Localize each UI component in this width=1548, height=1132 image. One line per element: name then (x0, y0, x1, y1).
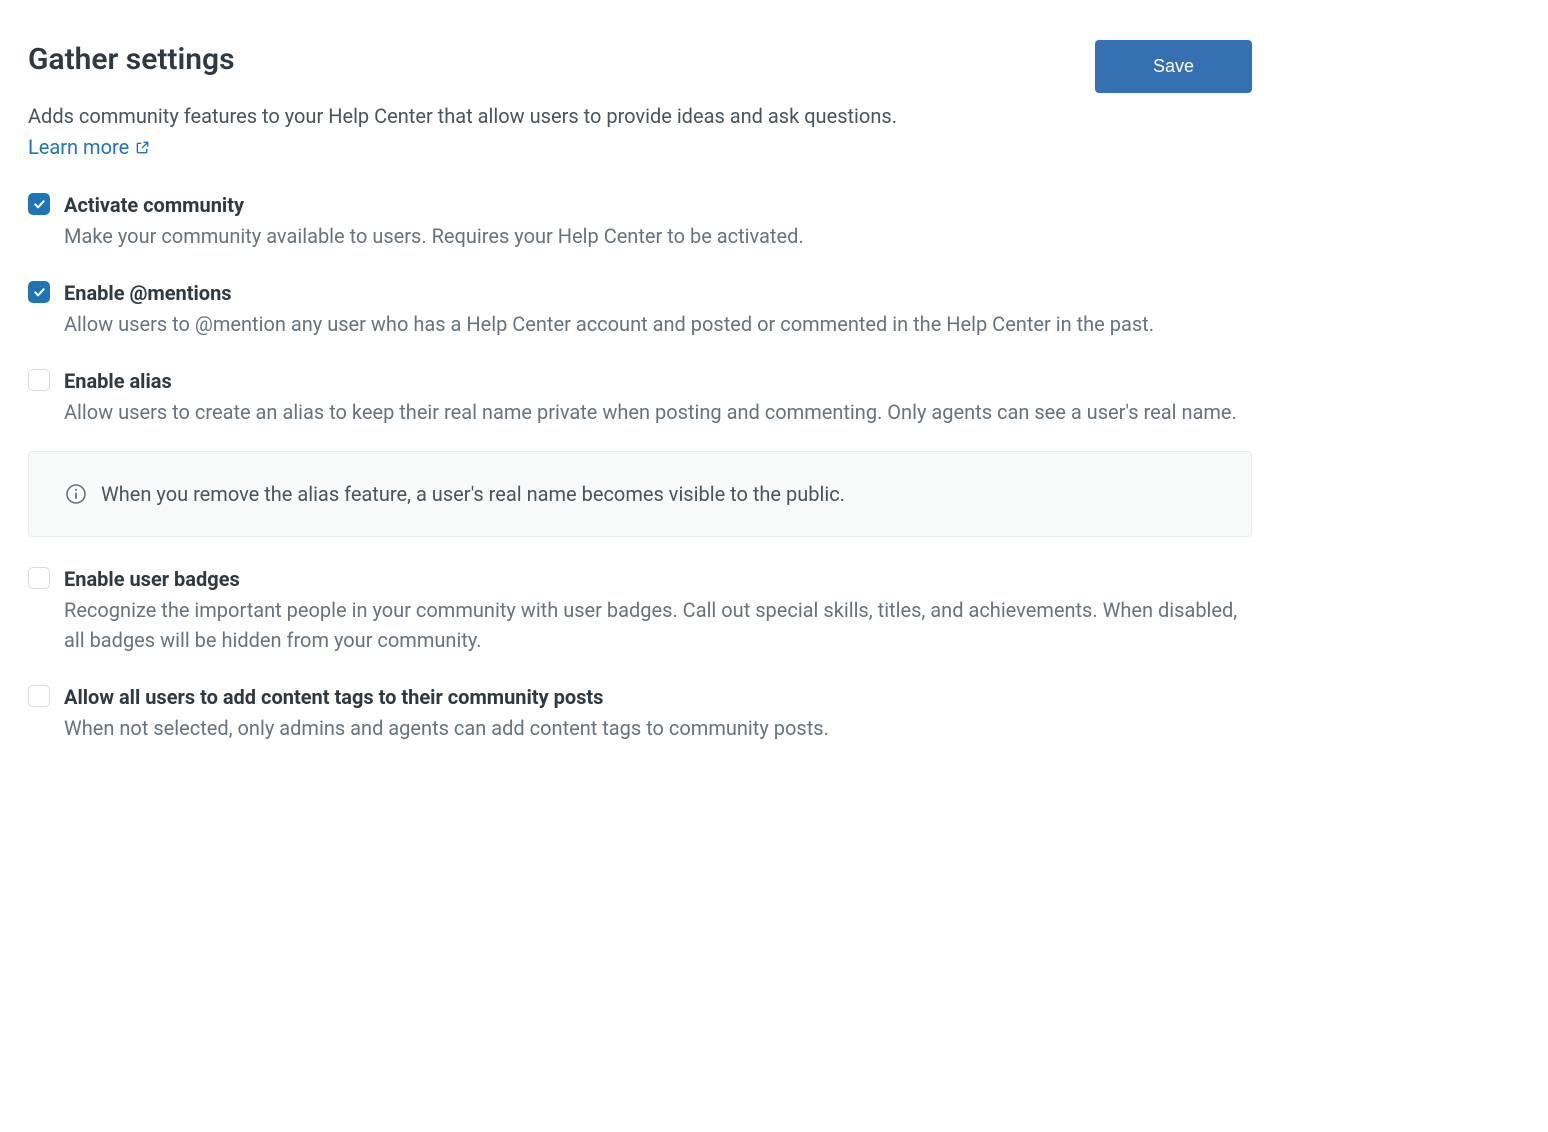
enable-badges-title: Enable user badges (64, 565, 1252, 593)
setting-enable-alias: Enable alias Allow users to create an al… (28, 367, 1252, 427)
setting-enable-badges: Enable user badges Recognize the importa… (28, 565, 1252, 655)
page-description: Adds community features to your Help Cen… (28, 101, 1252, 131)
setting-enable-mentions: Enable @mentions Allow users to @mention… (28, 279, 1252, 339)
allow-content-tags-title: Allow all users to add content tags to t… (64, 683, 1252, 711)
allow-content-tags-checkbox[interactable] (28, 685, 50, 707)
learn-more-label: Learn more (28, 135, 129, 159)
allow-content-tags-description: When not selected, only admins and agent… (64, 713, 1252, 743)
activate-community-description: Make your community available to users. … (64, 221, 1252, 251)
enable-alias-title: Enable alias (64, 367, 1252, 395)
enable-mentions-title: Enable @mentions (64, 279, 1252, 307)
enable-badges-description: Recognize the important people in your c… (64, 595, 1252, 655)
enable-mentions-description: Allow users to @mention any user who has… (64, 309, 1252, 339)
activate-community-checkbox[interactable] (28, 193, 50, 215)
learn-more-link[interactable]: Learn more (28, 135, 150, 159)
enable-mentions-checkbox[interactable] (28, 281, 50, 303)
external-link-icon (135, 140, 150, 155)
info-icon (65, 483, 87, 505)
settings-list: Activate community Make your community a… (28, 191, 1252, 743)
activate-community-title: Activate community (64, 191, 1252, 219)
alias-info-banner: When you remove the alias feature, a use… (28, 451, 1252, 537)
setting-allow-content-tags: Allow all users to add content tags to t… (28, 683, 1252, 743)
setting-activate-community: Activate community Make your community a… (28, 191, 1252, 251)
save-button[interactable]: Save (1095, 40, 1252, 93)
alias-info-text: When you remove the alias feature, a use… (101, 480, 845, 508)
enable-alias-checkbox[interactable] (28, 369, 50, 391)
page-title: Gather settings (28, 40, 235, 79)
enable-alias-description: Allow users to create an alias to keep t… (64, 397, 1252, 427)
enable-badges-checkbox[interactable] (28, 567, 50, 589)
